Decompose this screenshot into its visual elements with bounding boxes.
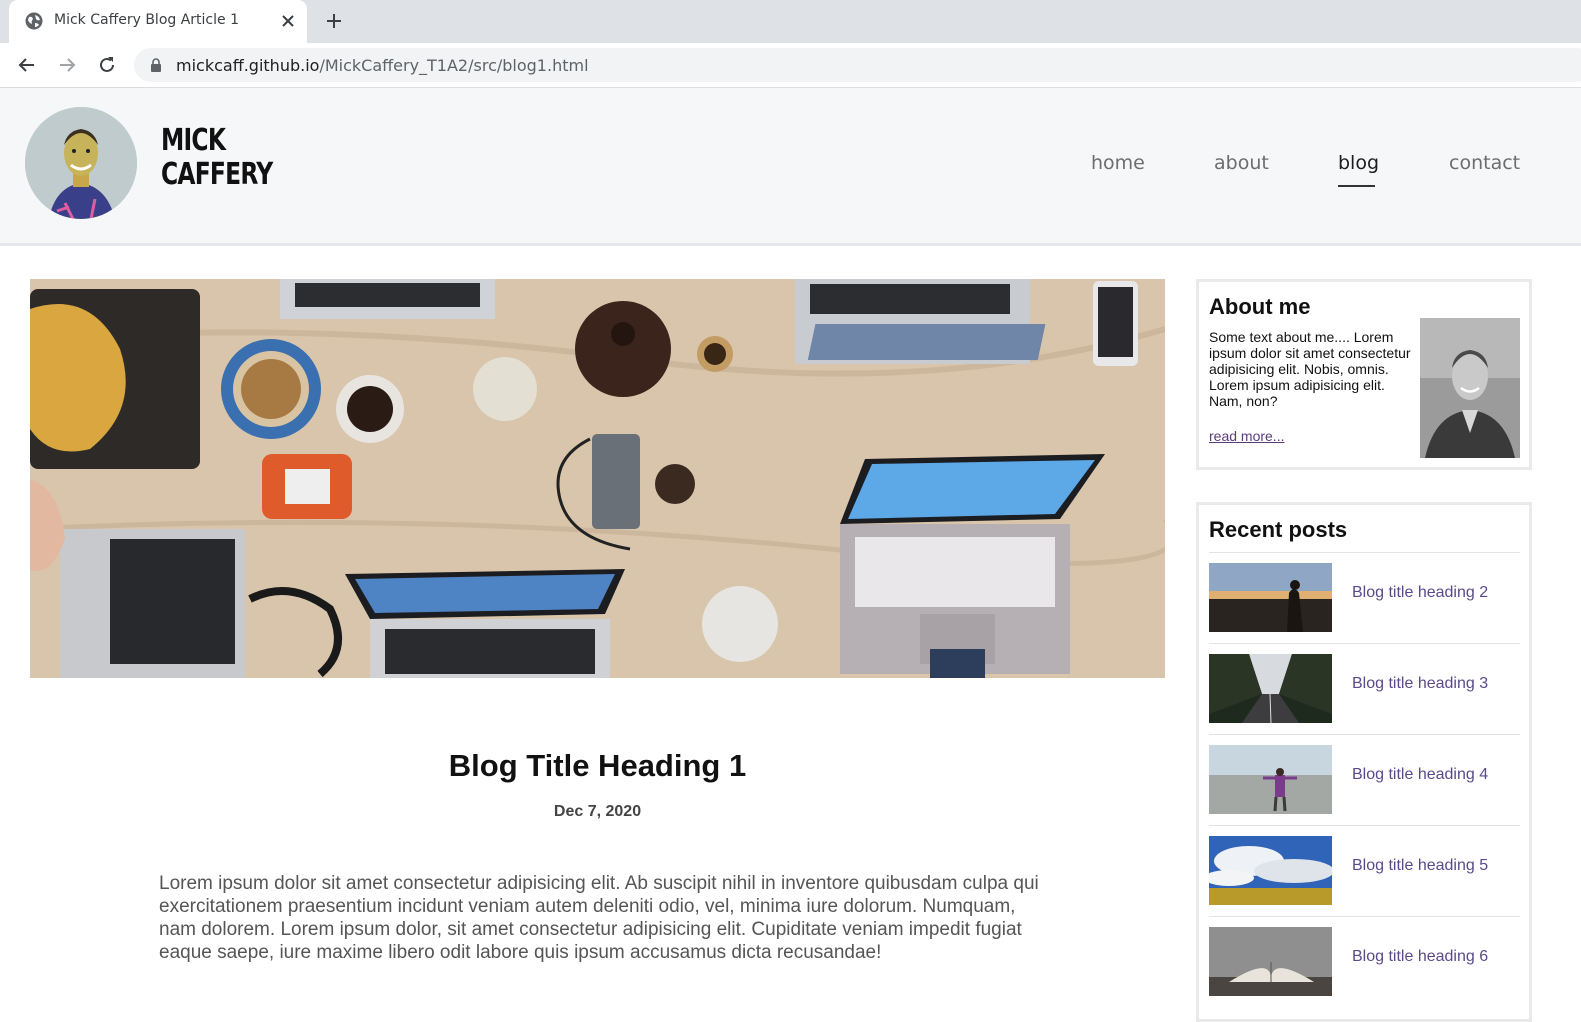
recent-post-item[interactable]: Blog title heading 2	[1209, 552, 1520, 643]
nav-blog[interactable]: blog	[1338, 152, 1379, 174]
read-more-link[interactable]: read more...	[1209, 428, 1284, 444]
about-card: About me Some text about me.... Lorem ip…	[1196, 279, 1532, 470]
post-date: Dec 7, 2020	[553, 803, 642, 820]
avatar	[25, 107, 137, 219]
site-brand[interactable]: MICK CAFFERY	[161, 123, 273, 192]
about-text: Some text about me.... Lorem ipsum dolor…	[1209, 329, 1411, 409]
recent-post-link[interactable]: Blog title heading 5	[1352, 857, 1488, 875]
post-title: Blog Title Heading 1	[448, 748, 747, 783]
post-thumbnail[interactable]	[1209, 927, 1332, 996]
post-thumbnail[interactable]	[1209, 836, 1332, 905]
recent-post-link[interactable]: Blog title heading 4	[1352, 766, 1488, 784]
recent-post-link[interactable]: Blog title heading 2	[1352, 584, 1488, 602]
browser-tab[interactable]: Mick Caffery Blog Article 1	[9, 0, 307, 43]
active-nav-indicator	[1338, 185, 1375, 187]
recent-posts-card: Recent posts Blog title heading 2 Blog t…	[1196, 502, 1532, 1022]
lock-icon	[151, 58, 161, 72]
nav-about[interactable]: about	[1214, 152, 1269, 174]
nav-contact[interactable]: contact	[1449, 152, 1520, 174]
post-body: Lorem ipsum dolor sit amet consectetur a…	[159, 873, 1039, 963]
recent-post-item[interactable]: Blog title heading 6	[1209, 916, 1520, 1007]
recent-post-link[interactable]: Blog title heading 6	[1352, 948, 1488, 966]
site-header: MICK CAFFERY home about blog contact	[0, 88, 1581, 246]
post-thumbnail[interactable]	[1209, 563, 1332, 632]
recent-post-item[interactable]: Blog title heading 3	[1209, 643, 1520, 734]
recent-posts-title: Recent posts	[1209, 517, 1348, 542]
profile-photo	[1420, 318, 1520, 458]
forward-arrow-icon[interactable]	[56, 54, 78, 76]
browser-toolbar: mickcaff.github.io/MickCaffery_T1A2/src/…	[0, 43, 1581, 88]
address-bar[interactable]: mickcaff.github.io/MickCaffery_T1A2/src/…	[134, 48, 1581, 82]
recent-post-item[interactable]: Blog title heading 5	[1209, 825, 1520, 916]
recent-post-item[interactable]: Blog title heading 4	[1209, 734, 1520, 825]
browser-tab-strip: Mick Caffery Blog Article 1	[0, 0, 1581, 43]
close-icon[interactable]	[279, 12, 297, 30]
nav-home[interactable]: home	[1091, 152, 1145, 174]
globe-icon	[25, 12, 43, 30]
new-tab-icon[interactable]	[324, 11, 344, 31]
recent-post-link[interactable]: Blog title heading 3	[1352, 675, 1488, 693]
hero-image	[30, 279, 1165, 678]
post-thumbnail[interactable]	[1209, 654, 1332, 723]
tab-title: Mick Caffery Blog Article 1	[54, 12, 239, 28]
url-text: mickcaff.github.io/MickCaffery_T1A2/src/…	[176, 56, 589, 75]
about-title: About me	[1209, 294, 1311, 319]
brand-line-last: CAFFERY	[161, 157, 273, 192]
reload-icon[interactable]	[96, 54, 118, 76]
brand-line-first: MICK	[161, 123, 226, 158]
back-arrow-icon[interactable]	[16, 54, 38, 76]
post-thumbnail[interactable]	[1209, 745, 1332, 814]
